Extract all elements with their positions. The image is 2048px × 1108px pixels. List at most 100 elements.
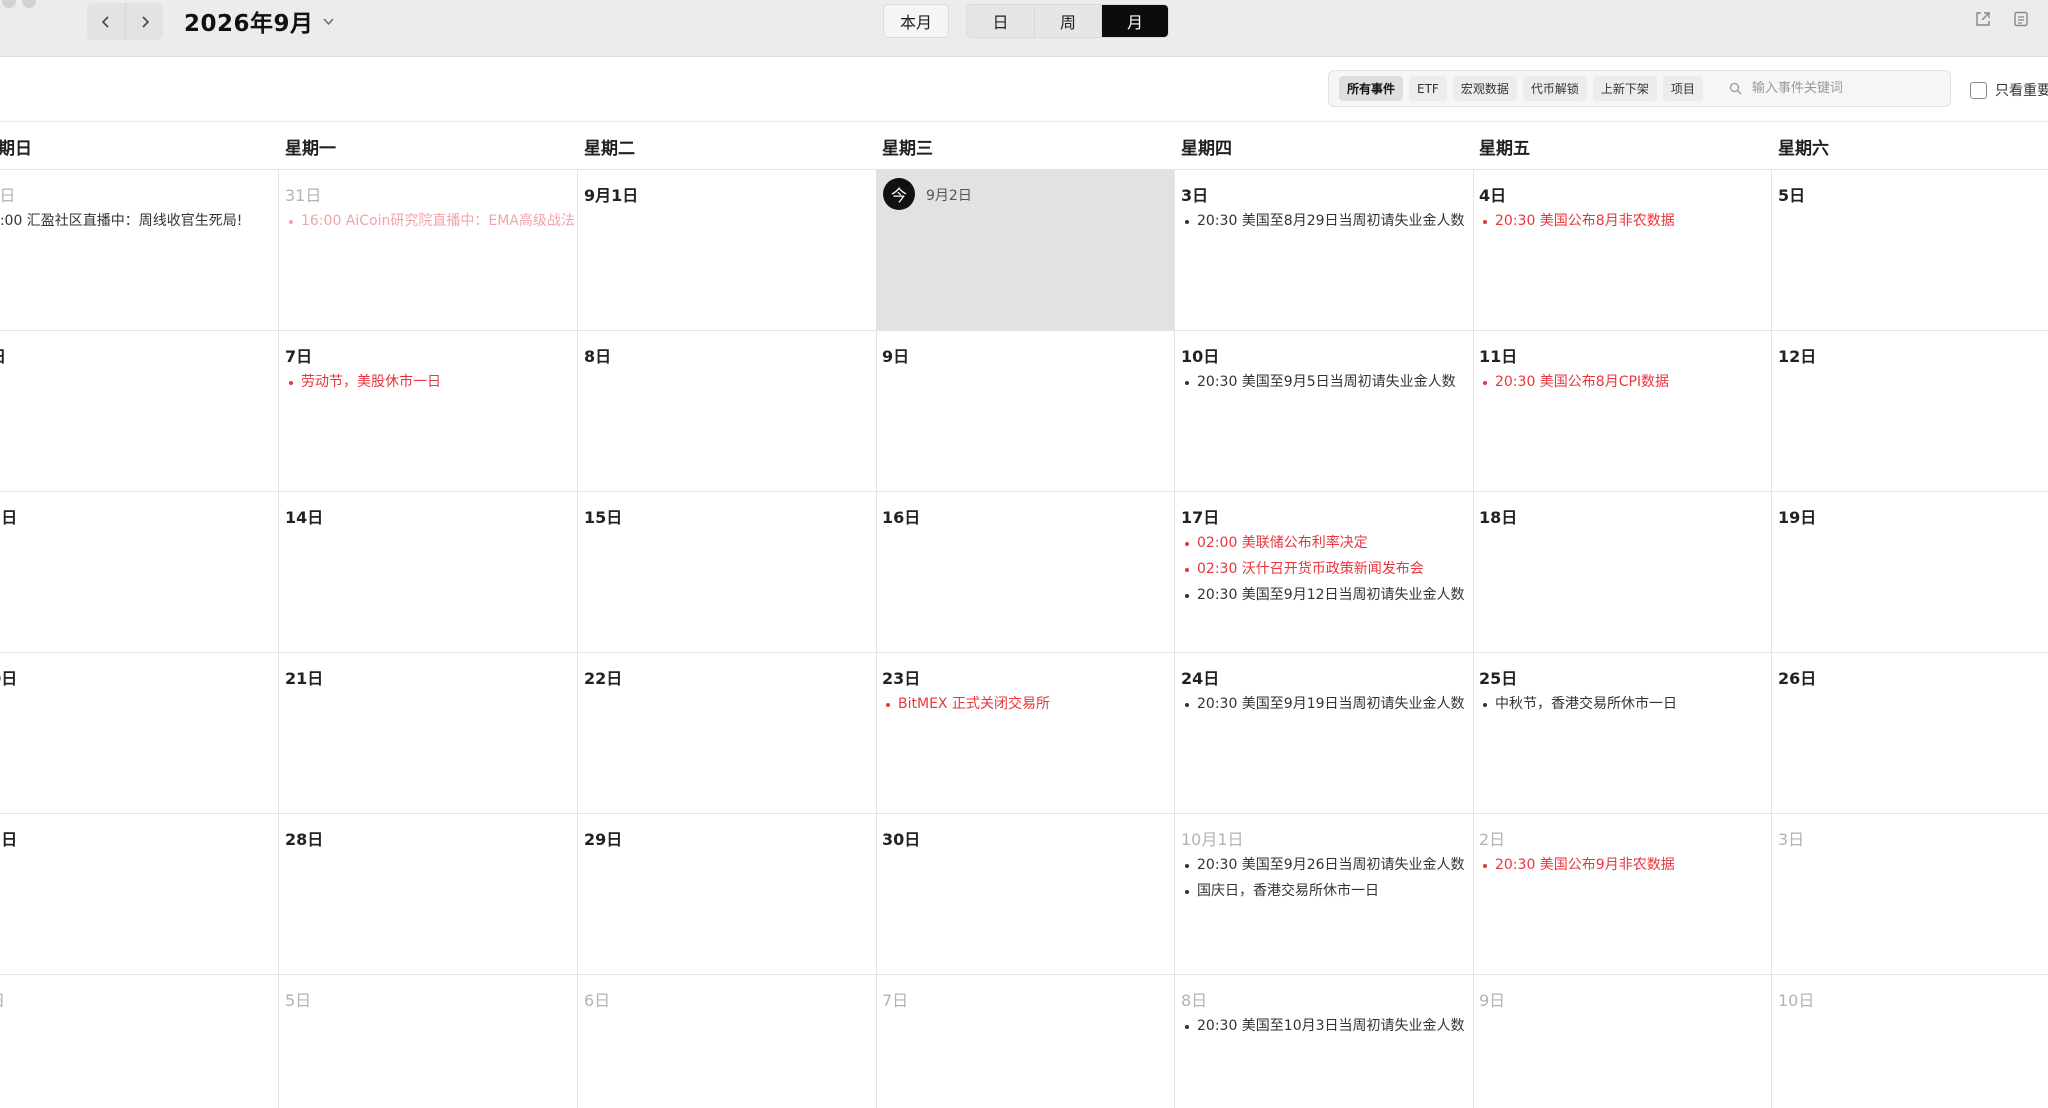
list-icon[interactable] [2012,10,2030,28]
filter-bar: 所有事件ETF宏观数据代币解锁上新下架项目 只看重要 [0,58,2048,122]
day-cell[interactable]: 29日 [578,814,877,975]
day-number: 11日 [1479,347,1518,366]
view-day-button[interactable]: 日 [967,5,1034,37]
day-cell[interactable]: 19日 [1772,492,2048,653]
filter-etf[interactable]: ETF [1409,76,1447,101]
day-cell[interactable]: 6日 [578,975,877,1108]
day-number: 15日 [584,508,623,527]
calendar-event[interactable]: 16:00 AiCoin研究院直播中：EMA高级战法 [287,212,577,238]
window-close-dot[interactable] [2,0,16,8]
day-number: 8日 [1181,991,1208,1010]
calendar-event[interactable]: 02:30 沃什召开货币政策新闻发布会 [1183,560,1473,586]
weekday-wednesday: 星期三 [882,139,933,159]
day-cell[interactable]: 3日 [1772,814,2048,975]
this-month-button[interactable]: 本月 [883,4,949,38]
day-cell[interactable]: 9日 [876,331,1175,492]
day-cell[interactable]: 7日 [876,975,1175,1108]
calendar-event[interactable]: 20:30 美国至8月29日当周初请失业金人数 [1183,212,1473,238]
prev-month-button[interactable] [87,3,125,40]
calendar-event[interactable]: 21:00 汇盈社区直播中：周线收官生死局! [0,212,278,238]
calendar-event[interactable]: 20:30 美国至9月5日当周初请失业金人数 [1183,373,1473,399]
day-cell[interactable]: 30日 21:00 汇盈社区直播中：周线收官生死局! [0,170,279,331]
day-cell[interactable]: 16日 [876,492,1175,653]
day-cell[interactable]: 18日 [1473,492,1772,653]
day-cell[interactable]: 17日 02:00 美联储公布利率决定 02:30 沃什召开货币政策新闻发布会 20:… [1175,492,1474,653]
next-month-button[interactable] [125,3,163,40]
day-cell[interactable]: 4日 [0,975,279,1108]
share-icon[interactable] [1974,10,1992,28]
day-cell[interactable]: 7日 劳动节，美股休市一日 [279,331,578,492]
calendar-event[interactable]: 20:30 美国至9月12日当周初请失业金人数 [1183,586,1473,612]
filter-macro-data[interactable]: 宏观数据 [1452,76,1517,101]
today-badge: 今 [883,178,915,210]
day-cell[interactable]: 10日 20:30 美国至9月5日当周初请失业金人数 [1175,331,1474,492]
filter-all-events[interactable]: 所有事件 [1339,76,1404,101]
day-cell[interactable]: 28日 [279,814,578,975]
day-cell[interactable]: 9日 [1473,975,1772,1108]
day-cell[interactable]: 9月1日 [578,170,877,331]
day-cell[interactable]: 23日 BitMEX 正式关闭交易所 [876,653,1175,814]
day-cell[interactable]: 14日 [279,492,578,653]
day-cell[interactable]: 8日 20:30 美国至10月3日当周初请失业金人数 [1175,975,1474,1108]
day-cell[interactable]: 12日 [1772,331,2048,492]
weekday-thursday: 星期四 [1181,139,1232,159]
day-cell[interactable]: 26日 [1772,653,2048,814]
day-number: 30日 [882,830,921,849]
calendar-event[interactable]: 20:30 美国至9月26日当周初请失业金人数 [1183,856,1473,882]
day-number: 12日 [1778,347,1817,366]
month-picker[interactable]: 2026年9月 [184,5,335,37]
day-number: 21日 [285,669,324,688]
search-input[interactable] [1751,81,1932,96]
day-number: 20日 [0,669,18,688]
month-nav [87,3,163,40]
event-list: 中秋节，香港交易所休市一日 [1481,695,1771,721]
view-month-button[interactable]: 月 [1101,5,1168,37]
filter-listing-delisting[interactable]: 上新下架 [1592,76,1657,101]
calendar-event[interactable]: BitMEX 正式关闭交易所 [884,695,1174,721]
calendar-event[interactable]: 02:00 美联储公布利率决定 [1183,534,1473,560]
day-cell[interactable]: 5日 [1772,170,2048,331]
view-week-button[interactable]: 周 [1034,5,1101,37]
day-cell[interactable]: 30日 [876,814,1175,975]
day-cell[interactable]: 21日 [279,653,578,814]
day-cell[interactable]: 4日 20:30 美国公布8月非农数据 [1473,170,1772,331]
day-cell[interactable]: 10日 [1772,975,2048,1108]
day-number: 7日 [882,991,909,1010]
day-cell[interactable]: 5日 [279,975,578,1108]
day-cell[interactable]: 25日 中秋节，香港交易所休市一日 [1473,653,1772,814]
day-cell[interactable]: 15日 [578,492,877,653]
day-cell[interactable]: 2日 20:30 美国公布9月非农数据 [1473,814,1772,975]
calendar-event[interactable]: 20:30 美国至10月3日当周初请失业金人数 [1183,1017,1473,1043]
day-cell[interactable]: 27日 [0,814,279,975]
chevron-left-icon [101,15,109,28]
day-cell-today[interactable]: 今 9月2日 [876,170,1175,331]
day-number: 4日 [1479,186,1507,205]
day-cell[interactable]: 10月1日 20:30 美国至9月26日当周初请失业金人数 国庆日，香港交易所休市一… [1175,814,1474,975]
calendar-event[interactable]: 20:30 美国公布8月CPI数据 [1481,373,1771,399]
important-only-checkbox[interactable] [1970,81,1987,99]
calendar-event[interactable]: 劳动节，美股休市一日 [287,373,577,399]
day-cell[interactable]: 22日 [578,653,877,814]
day-cell[interactable]: 8日 [578,331,877,492]
day-number: 10月1日 [1181,830,1244,849]
day-number: 31日 [285,186,322,205]
day-cell[interactable]: 6日 [0,331,279,492]
day-cell[interactable]: 20日 [0,653,279,814]
filter-token-unlock[interactable]: 代币解锁 [1522,76,1587,101]
filter-projects[interactable]: 项目 [1662,76,1703,101]
calendar-event[interactable]: 20:30 美国公布8月非农数据 [1481,212,1771,238]
day-cell[interactable]: 24日 20:30 美国至9月19日当周初请失业金人数 [1175,653,1474,814]
event-list: 16:00 AiCoin研究院直播中：EMA高级战法 [287,212,577,238]
calendar-event[interactable]: 国庆日，香港交易所休市一日 [1183,882,1473,908]
important-only-toggle[interactable]: 只看重要 [1970,80,2048,100]
day-cell[interactable]: 13日 [0,492,279,653]
event-list: 20:30 美国至9月19日当周初请失业金人数 [1183,695,1473,721]
window-minimize-dot[interactable] [22,0,36,8]
weekday-header: 星期日 星期一 星期二 星期三 星期四 星期五 星期六 [0,123,2048,170]
calendar-event[interactable]: 20:30 美国公布9月非农数据 [1481,856,1771,882]
day-cell[interactable]: 11日 20:30 美国公布8月CPI数据 [1473,331,1772,492]
day-cell[interactable]: 31日 16:00 AiCoin研究院直播中：EMA高级战法 [279,170,578,331]
calendar-event[interactable]: 20:30 美国至9月19日当周初请失业金人数 [1183,695,1473,721]
calendar-event[interactable]: 中秋节，香港交易所休市一日 [1481,695,1771,721]
day-cell[interactable]: 3日 20:30 美国至8月29日当周初请失业金人数 [1175,170,1474,331]
